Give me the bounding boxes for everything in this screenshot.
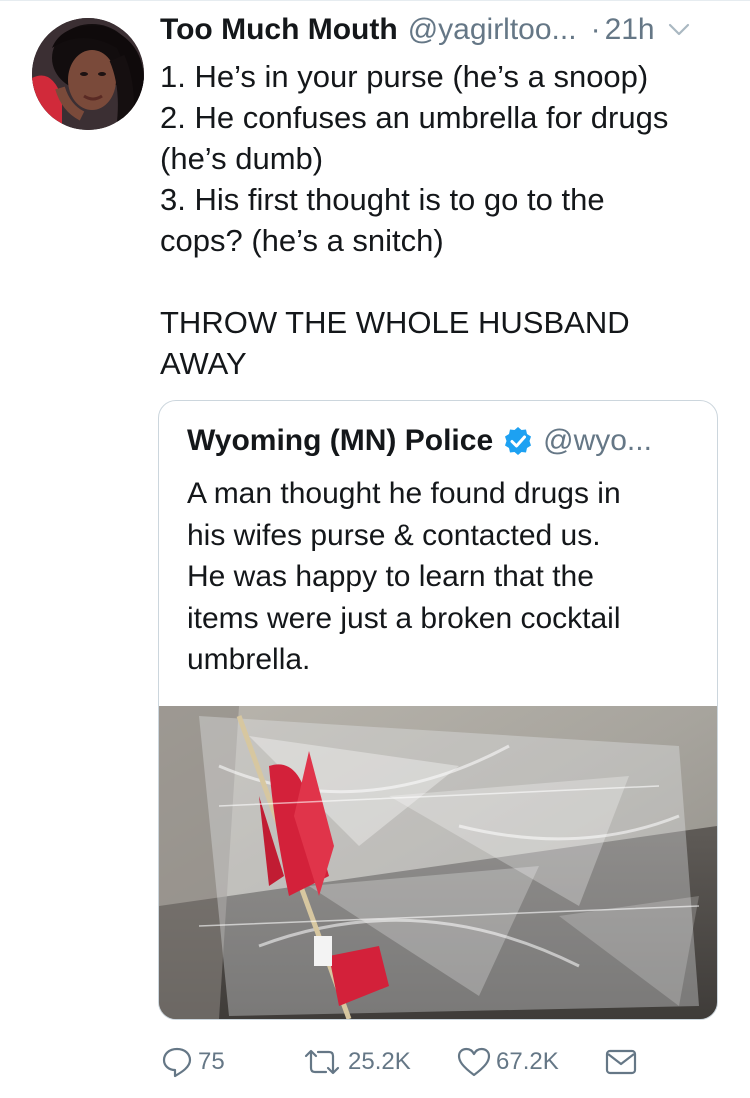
quoted-tweet-card[interactable]: Wyoming (MN) Police @wyo... A man though… (158, 400, 718, 1020)
quoted-line: He was happy to learn that the (187, 560, 594, 593)
author-name[interactable]: Too Much Mouth (160, 13, 398, 47)
message-button[interactable] (604, 1042, 638, 1082)
reply-button[interactable]: 75 (160, 1042, 225, 1082)
quoted-line: umbrella. (187, 643, 311, 676)
timestamp[interactable]: 21h (605, 13, 655, 47)
like-count: 67.2K (496, 1048, 559, 1075)
quoted-author-handle: @wyo... (543, 424, 652, 457)
tweet-line: 2. He confuses an umbrella for drugs (160, 100, 669, 135)
author-handle[interactable]: @yagirltoo... (408, 13, 577, 47)
separator-dot: · (590, 13, 601, 46)
tweet-line: 1. He’s in your purse (he’s a snoop) (160, 59, 649, 94)
quoted-line: items were just a broken cocktail (187, 601, 621, 635)
verified-badge-icon (503, 426, 533, 456)
quoted-line: A man thought he found drugs in (187, 477, 621, 510)
tweet-line: (he’s dumb) (160, 141, 324, 176)
quoted-author-name: Wyoming (MN) Police (187, 424, 494, 457)
tweet-line: THROW THE WHOLE HUSBAND (160, 305, 630, 340)
retweet-count: 25.2K (348, 1048, 411, 1075)
reply-count: 75 (198, 1048, 225, 1075)
retweet-icon (300, 1046, 344, 1078)
quoted-tweet-header: Wyoming (MN) Police @wyo... (187, 421, 652, 461)
avatar[interactable] (32, 18, 144, 130)
tweet-text: 1. He’s in your purse (he’s a snoop) 2. … (160, 56, 735, 384)
tweet-line: 3. His first thought is to go to the (160, 182, 605, 217)
tweet-line: AWAY (160, 346, 247, 381)
quoted-tweet-photo[interactable] (159, 706, 717, 1019)
top-divider (0, 0, 750, 1)
tweet-header: Too Much Mouth @yagirltoo... · 21h (160, 10, 730, 50)
tweet-line: cops? (he’s a snitch) (160, 223, 444, 258)
chevron-down-icon[interactable] (667, 18, 691, 42)
heart-icon (456, 1046, 492, 1078)
tweet-actions: 75 25.2K 67.2K (160, 1042, 660, 1082)
reply-icon (160, 1045, 194, 1079)
retweet-button[interactable]: 25.2K (300, 1042, 411, 1082)
like-button[interactable]: 67.2K (456, 1042, 559, 1082)
envelope-icon (604, 1047, 638, 1077)
quoted-line: his wifes purse & contacted us. (187, 518, 601, 552)
quoted-tweet-text: A man thought he found drugs in his wife… (187, 473, 707, 681)
